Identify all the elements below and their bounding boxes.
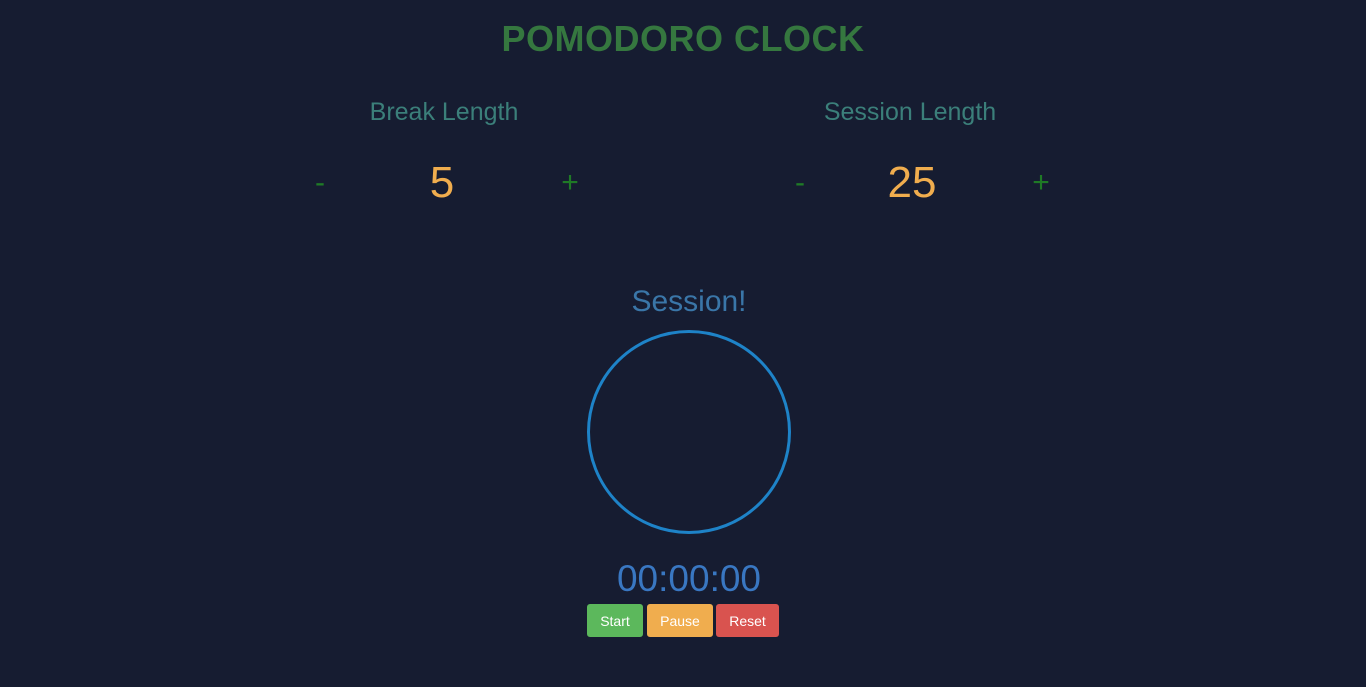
page-title: POMODORO CLOCK bbox=[501, 18, 865, 59]
reset-button[interactable]: Reset bbox=[716, 604, 779, 637]
session-length-value: 25 bbox=[887, 158, 937, 207]
break-increment-button[interactable]: + bbox=[550, 166, 590, 200]
session-length-label: Session Length bbox=[823, 98, 997, 126]
session-decrement-button[interactable]: - bbox=[780, 166, 820, 200]
break-length-value: 5 bbox=[429, 158, 455, 207]
pomodoro-page: POMODORO CLOCK Break Length Session Leng… bbox=[0, 0, 1366, 687]
break-length-label: Break Length bbox=[369, 98, 519, 126]
timer-mode-label: Session! bbox=[631, 285, 747, 318]
timer-progress-ring bbox=[587, 330, 791, 534]
break-decrement-button[interactable]: - bbox=[300, 166, 340, 200]
session-increment-button[interactable]: + bbox=[1021, 166, 1061, 200]
timer-display: 00:00:00 bbox=[616, 558, 762, 599]
start-button[interactable]: Start bbox=[587, 604, 643, 637]
pause-button[interactable]: Pause bbox=[647, 604, 713, 637]
